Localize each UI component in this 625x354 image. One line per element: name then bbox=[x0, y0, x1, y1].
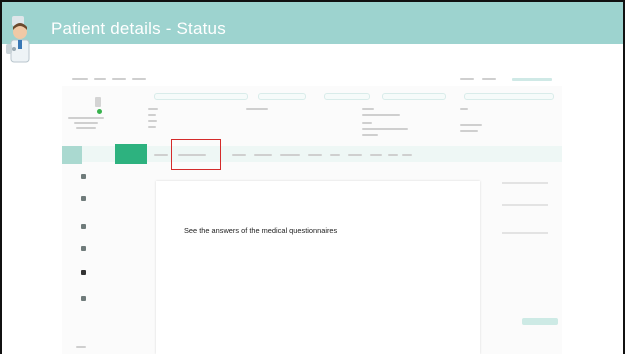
toolbar-item[interactable] bbox=[232, 154, 246, 156]
sidebar-icon bbox=[81, 224, 86, 229]
toolbar-item[interactable] bbox=[402, 154, 412, 156]
patient-name bbox=[68, 117, 104, 119]
status-line bbox=[502, 232, 548, 234]
toolbar-item[interactable] bbox=[330, 154, 340, 156]
sidebar-icon bbox=[81, 296, 86, 301]
field-value bbox=[460, 124, 482, 126]
field-label bbox=[148, 126, 156, 128]
field-label bbox=[148, 114, 156, 116]
toolbar-item[interactable] bbox=[280, 154, 300, 156]
field-value bbox=[460, 130, 478, 132]
sidebar-item[interactable] bbox=[74, 192, 92, 212]
patient-avatar bbox=[95, 97, 101, 107]
info-field bbox=[154, 93, 248, 100]
info-field bbox=[324, 93, 370, 100]
sidebar-item[interactable] bbox=[74, 292, 92, 312]
field-label bbox=[362, 122, 372, 124]
toolbar-item[interactable] bbox=[308, 154, 322, 156]
status-dot bbox=[97, 109, 102, 114]
toolbar-item[interactable] bbox=[254, 154, 272, 156]
nav-item bbox=[132, 78, 146, 80]
sidebar-icon bbox=[81, 196, 86, 201]
sidebar-item[interactable] bbox=[74, 266, 92, 286]
toolbar-item[interactable] bbox=[154, 154, 168, 156]
toolbar-item[interactable] bbox=[388, 154, 398, 156]
toolbar-item[interactable] bbox=[348, 154, 362, 156]
patient-detail bbox=[76, 127, 96, 129]
callout-card: See the answers of the medical questionn… bbox=[156, 181, 480, 354]
nav-item bbox=[112, 78, 126, 80]
user-menu bbox=[512, 78, 552, 81]
sidebar-item[interactable] bbox=[74, 220, 92, 240]
sidebar-icon bbox=[81, 270, 86, 275]
sidebar-icon bbox=[81, 174, 86, 179]
app-logo bbox=[72, 78, 88, 80]
toolbar-home-tab[interactable] bbox=[62, 146, 82, 164]
info-field bbox=[258, 93, 306, 100]
field-value bbox=[362, 128, 408, 130]
field-value bbox=[362, 114, 400, 116]
field-label bbox=[148, 120, 157, 122]
sidebar-footer bbox=[76, 346, 86, 348]
status-line bbox=[502, 182, 548, 184]
questionnaire-highlight bbox=[171, 139, 221, 170]
nav-item bbox=[94, 78, 106, 80]
patient-detail bbox=[74, 122, 98, 124]
page-title: Patient details - Status bbox=[51, 19, 226, 38]
info-field bbox=[382, 93, 446, 100]
doctor-avatar-icon bbox=[6, 16, 30, 63]
sidebar-item[interactable] bbox=[74, 242, 92, 262]
field-label bbox=[460, 108, 468, 110]
callout-text: See the answers of the medical questionn… bbox=[184, 226, 338, 235]
sidebar-item[interactable] bbox=[74, 170, 92, 190]
sidebar-icon bbox=[81, 246, 86, 251]
status-line bbox=[502, 204, 548, 206]
slide-header: Patient details - Status bbox=[2, 2, 623, 44]
field-label bbox=[148, 108, 158, 110]
nav-item bbox=[460, 78, 474, 80]
field-value bbox=[362, 134, 378, 136]
nav-item bbox=[482, 78, 496, 80]
info-field bbox=[464, 93, 554, 100]
toolbar-item[interactable] bbox=[370, 154, 382, 156]
status-tab[interactable] bbox=[115, 144, 147, 164]
action-button[interactable] bbox=[522, 318, 558, 325]
field-value bbox=[246, 108, 268, 110]
field-label bbox=[362, 108, 374, 110]
